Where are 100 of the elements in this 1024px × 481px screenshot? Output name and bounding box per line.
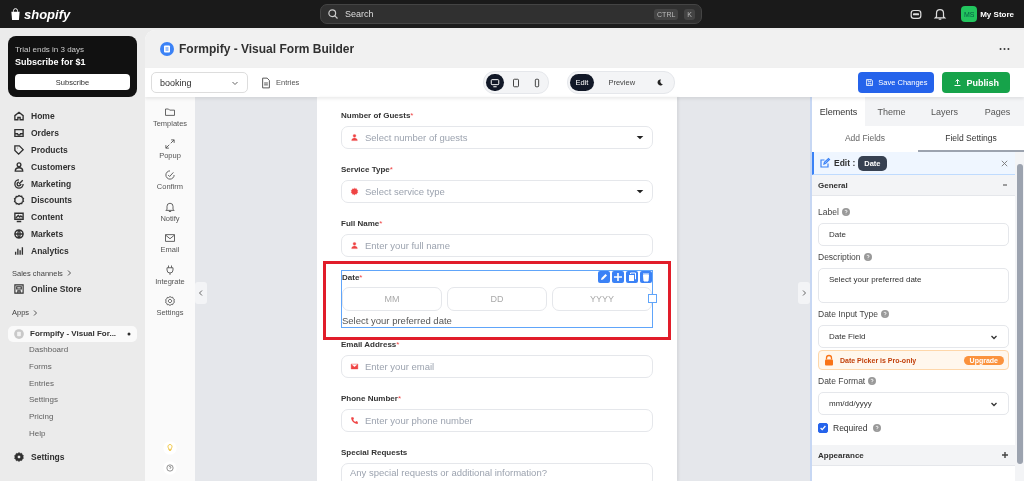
moon-icon[interactable] bbox=[655, 78, 665, 87]
settings-icon bbox=[164, 295, 176, 307]
globe-icon bbox=[13, 227, 25, 240]
help-icon bbox=[872, 424, 881, 432]
edit-icon[interactable] bbox=[598, 271, 610, 283]
help-icon bbox=[880, 310, 889, 318]
setting-label: Description bbox=[818, 252, 861, 262]
input-type-select[interactable]: Date Field bbox=[818, 325, 1009, 348]
shopping-bag-icon bbox=[10, 7, 21, 21]
nav-item[interactable]: Customers bbox=[31, 161, 76, 172]
checkbox-label: Required bbox=[833, 423, 868, 433]
panel-subtab[interactable]: Add Fields bbox=[812, 126, 918, 152]
expand-arrows-icon bbox=[164, 137, 176, 150]
resize-handle[interactable] bbox=[648, 294, 657, 303]
collapse-handle[interactable] bbox=[195, 282, 207, 304]
panel-tab[interactable]: Elements bbox=[812, 97, 865, 126]
logo-text: shopify bbox=[24, 6, 71, 22]
trial-offer: Subscribe for $1 bbox=[15, 57, 87, 67]
document-icon bbox=[260, 76, 272, 89]
badge-icon bbox=[13, 194, 25, 207]
help-icon bbox=[841, 208, 850, 216]
robot-icon[interactable] bbox=[909, 7, 924, 21]
nav-subitem[interactable]: Entries bbox=[8, 375, 137, 393]
section-header[interactable]: Appearance bbox=[812, 445, 1015, 466]
move-icon[interactable] bbox=[612, 271, 624, 283]
desktop-view-button[interactable] bbox=[485, 74, 504, 91]
upload-icon bbox=[953, 78, 963, 87]
person-icon bbox=[13, 160, 25, 173]
help-icon bbox=[868, 377, 877, 385]
trial-text: Trial ends in 3 days bbox=[15, 45, 86, 54]
house-icon bbox=[13, 110, 25, 123]
form-select[interactable]: booking bbox=[151, 72, 248, 93]
scrollbar[interactable] bbox=[1015, 152, 1024, 481]
field-description: Select your preferred date bbox=[342, 315, 453, 326]
app-icon bbox=[13, 327, 25, 340]
plug-icon bbox=[164, 263, 176, 276]
label-input[interactable]: Date bbox=[818, 223, 1009, 246]
chevron-icon bbox=[800, 289, 808, 297]
bar-chart-icon bbox=[13, 244, 25, 257]
nav-subitem[interactable]: Pricing bbox=[8, 409, 137, 426]
nav-item[interactable]: Content bbox=[31, 212, 64, 223]
search-icon bbox=[327, 8, 339, 20]
nav-subitem[interactable]: Help bbox=[8, 425, 137, 443]
nav-item[interactable]: Discounts bbox=[31, 195, 73, 206]
setting-label: Date Format bbox=[818, 376, 866, 386]
lock-icon bbox=[823, 354, 835, 366]
nav-item[interactable]: Settings bbox=[31, 452, 65, 463]
target-icon bbox=[13, 177, 25, 190]
close-icon[interactable] bbox=[1000, 158, 1009, 168]
date-format-select[interactable]: mm/dd/yyyy bbox=[818, 392, 1009, 415]
panel-tab[interactable]: Theme bbox=[865, 97, 918, 126]
tray-icon bbox=[13, 127, 25, 140]
more-icon[interactable] bbox=[999, 47, 1010, 51]
desktop-icon bbox=[489, 77, 500, 88]
nav-item[interactable]: Analytics bbox=[31, 245, 69, 256]
edit-label: Edit : bbox=[834, 158, 856, 168]
envelope-icon bbox=[350, 362, 359, 371]
badge-icon bbox=[350, 187, 359, 196]
field-label: Full Name* bbox=[341, 219, 384, 228]
help-icon bbox=[863, 253, 872, 261]
expand-handle[interactable] bbox=[798, 282, 810, 304]
plus-icon bbox=[1001, 451, 1009, 459]
nav-item[interactable]: Products bbox=[31, 145, 68, 155]
section-header[interactable]: General bbox=[812, 175, 1015, 196]
field-label: Service Type* bbox=[341, 165, 394, 174]
settings-icon bbox=[13, 451, 25, 464]
nav-subitem[interactable]: Dashboard bbox=[8, 341, 137, 359]
nav-item[interactable]: Online Store bbox=[31, 283, 82, 294]
app-title: Formpify - Visual Form Builder bbox=[179, 42, 355, 56]
panel-tab[interactable]: Pages bbox=[971, 97, 1024, 126]
chevron-icon bbox=[197, 289, 205, 297]
minus-icon bbox=[1001, 181, 1009, 189]
delete-icon[interactable] bbox=[640, 271, 652, 283]
tag-icon bbox=[13, 144, 25, 156]
bell-icon[interactable] bbox=[933, 7, 948, 21]
store-name[interactable]: My Store bbox=[980, 9, 1014, 19]
copy-icon[interactable] bbox=[626, 271, 638, 283]
nav-item[interactable]: Orders bbox=[31, 128, 59, 139]
person-icon bbox=[350, 241, 359, 250]
required-checkbox[interactable] bbox=[818, 423, 828, 433]
pin-dot-icon bbox=[127, 331, 131, 336]
caret-icon bbox=[636, 135, 644, 140]
nav-subitem[interactable]: Settings bbox=[8, 392, 137, 410]
help-icon[interactable] bbox=[163, 461, 177, 475]
nav-item[interactable]: Marketing bbox=[31, 178, 72, 189]
setting-label: Label bbox=[818, 207, 839, 217]
phone-icon bbox=[350, 416, 359, 425]
field-label: Phone Number* bbox=[341, 394, 403, 403]
chevron-icon bbox=[31, 308, 40, 317]
field-label: Email Address* bbox=[341, 340, 401, 349]
search-placeholder: Search bbox=[345, 9, 374, 19]
description-textarea[interactable]: Select your preferred date bbox=[818, 268, 1009, 303]
nav-subitem[interactable]: Forms bbox=[8, 358, 137, 376]
panel-tab[interactable]: Layers bbox=[918, 97, 971, 126]
caret-icon bbox=[636, 189, 644, 194]
nav-item[interactable]: Markets bbox=[31, 228, 64, 239]
save-icon bbox=[865, 78, 875, 87]
nav-item[interactable]: Home bbox=[31, 111, 55, 122]
envelope-icon bbox=[164, 232, 176, 244]
app-nav-item[interactable]: Formpify - Visual For... bbox=[8, 325, 137, 342]
